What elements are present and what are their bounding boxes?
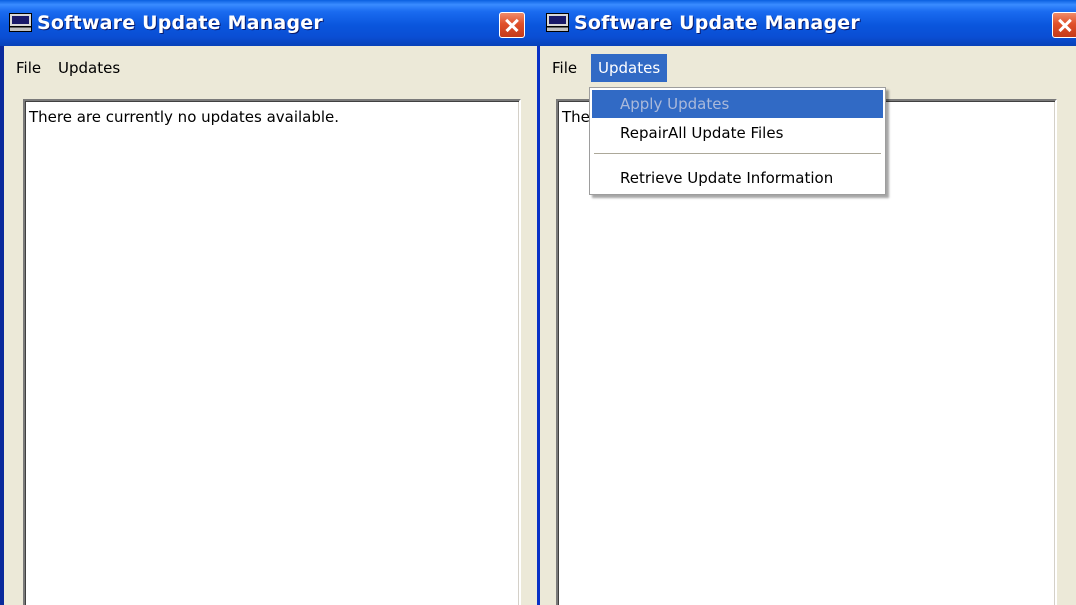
menu-bar: File Updates bbox=[4, 46, 537, 96]
monitor-icon bbox=[9, 13, 32, 32]
close-icon[interactable] bbox=[499, 12, 525, 38]
menu-item-apply-updates[interactable]: Apply Updates bbox=[592, 90, 883, 118]
menu-updates[interactable]: Updates bbox=[51, 54, 127, 82]
window-right: Software Update Manager File Updates The… bbox=[537, 0, 1076, 605]
menu-updates[interactable]: Updates bbox=[591, 54, 668, 82]
menu-item-retrieve-update-information[interactable]: Retrieve Update Information bbox=[592, 164, 883, 192]
window-title: Software Update Manager bbox=[37, 12, 323, 34]
menu-file[interactable]: File bbox=[9, 54, 48, 82]
title-bar[interactable]: Software Update Manager bbox=[537, 0, 1076, 46]
window-left: Software Update Manager File Updates The… bbox=[0, 0, 537, 605]
menu-item-repair-all-update-files[interactable]: RepairAll Update Files bbox=[592, 119, 883, 147]
window-right-border bbox=[537, 0, 540, 605]
title-bar[interactable]: Software Update Manager bbox=[0, 0, 537, 46]
menu-file[interactable]: File bbox=[545, 54, 584, 82]
menu-separator bbox=[594, 153, 881, 155]
updates-dropdown-menu: Apply Updates RepairAll Update Files Ret… bbox=[589, 87, 886, 195]
window-title: Software Update Manager bbox=[574, 12, 860, 34]
status-text: The bbox=[562, 108, 590, 126]
update-info-textarea[interactable]: There are currently no updates available… bbox=[23, 99, 521, 605]
status-text: There are currently no updates available… bbox=[29, 108, 340, 126]
close-icon[interactable] bbox=[1052, 12, 1076, 38]
monitor-icon bbox=[546, 13, 569, 32]
